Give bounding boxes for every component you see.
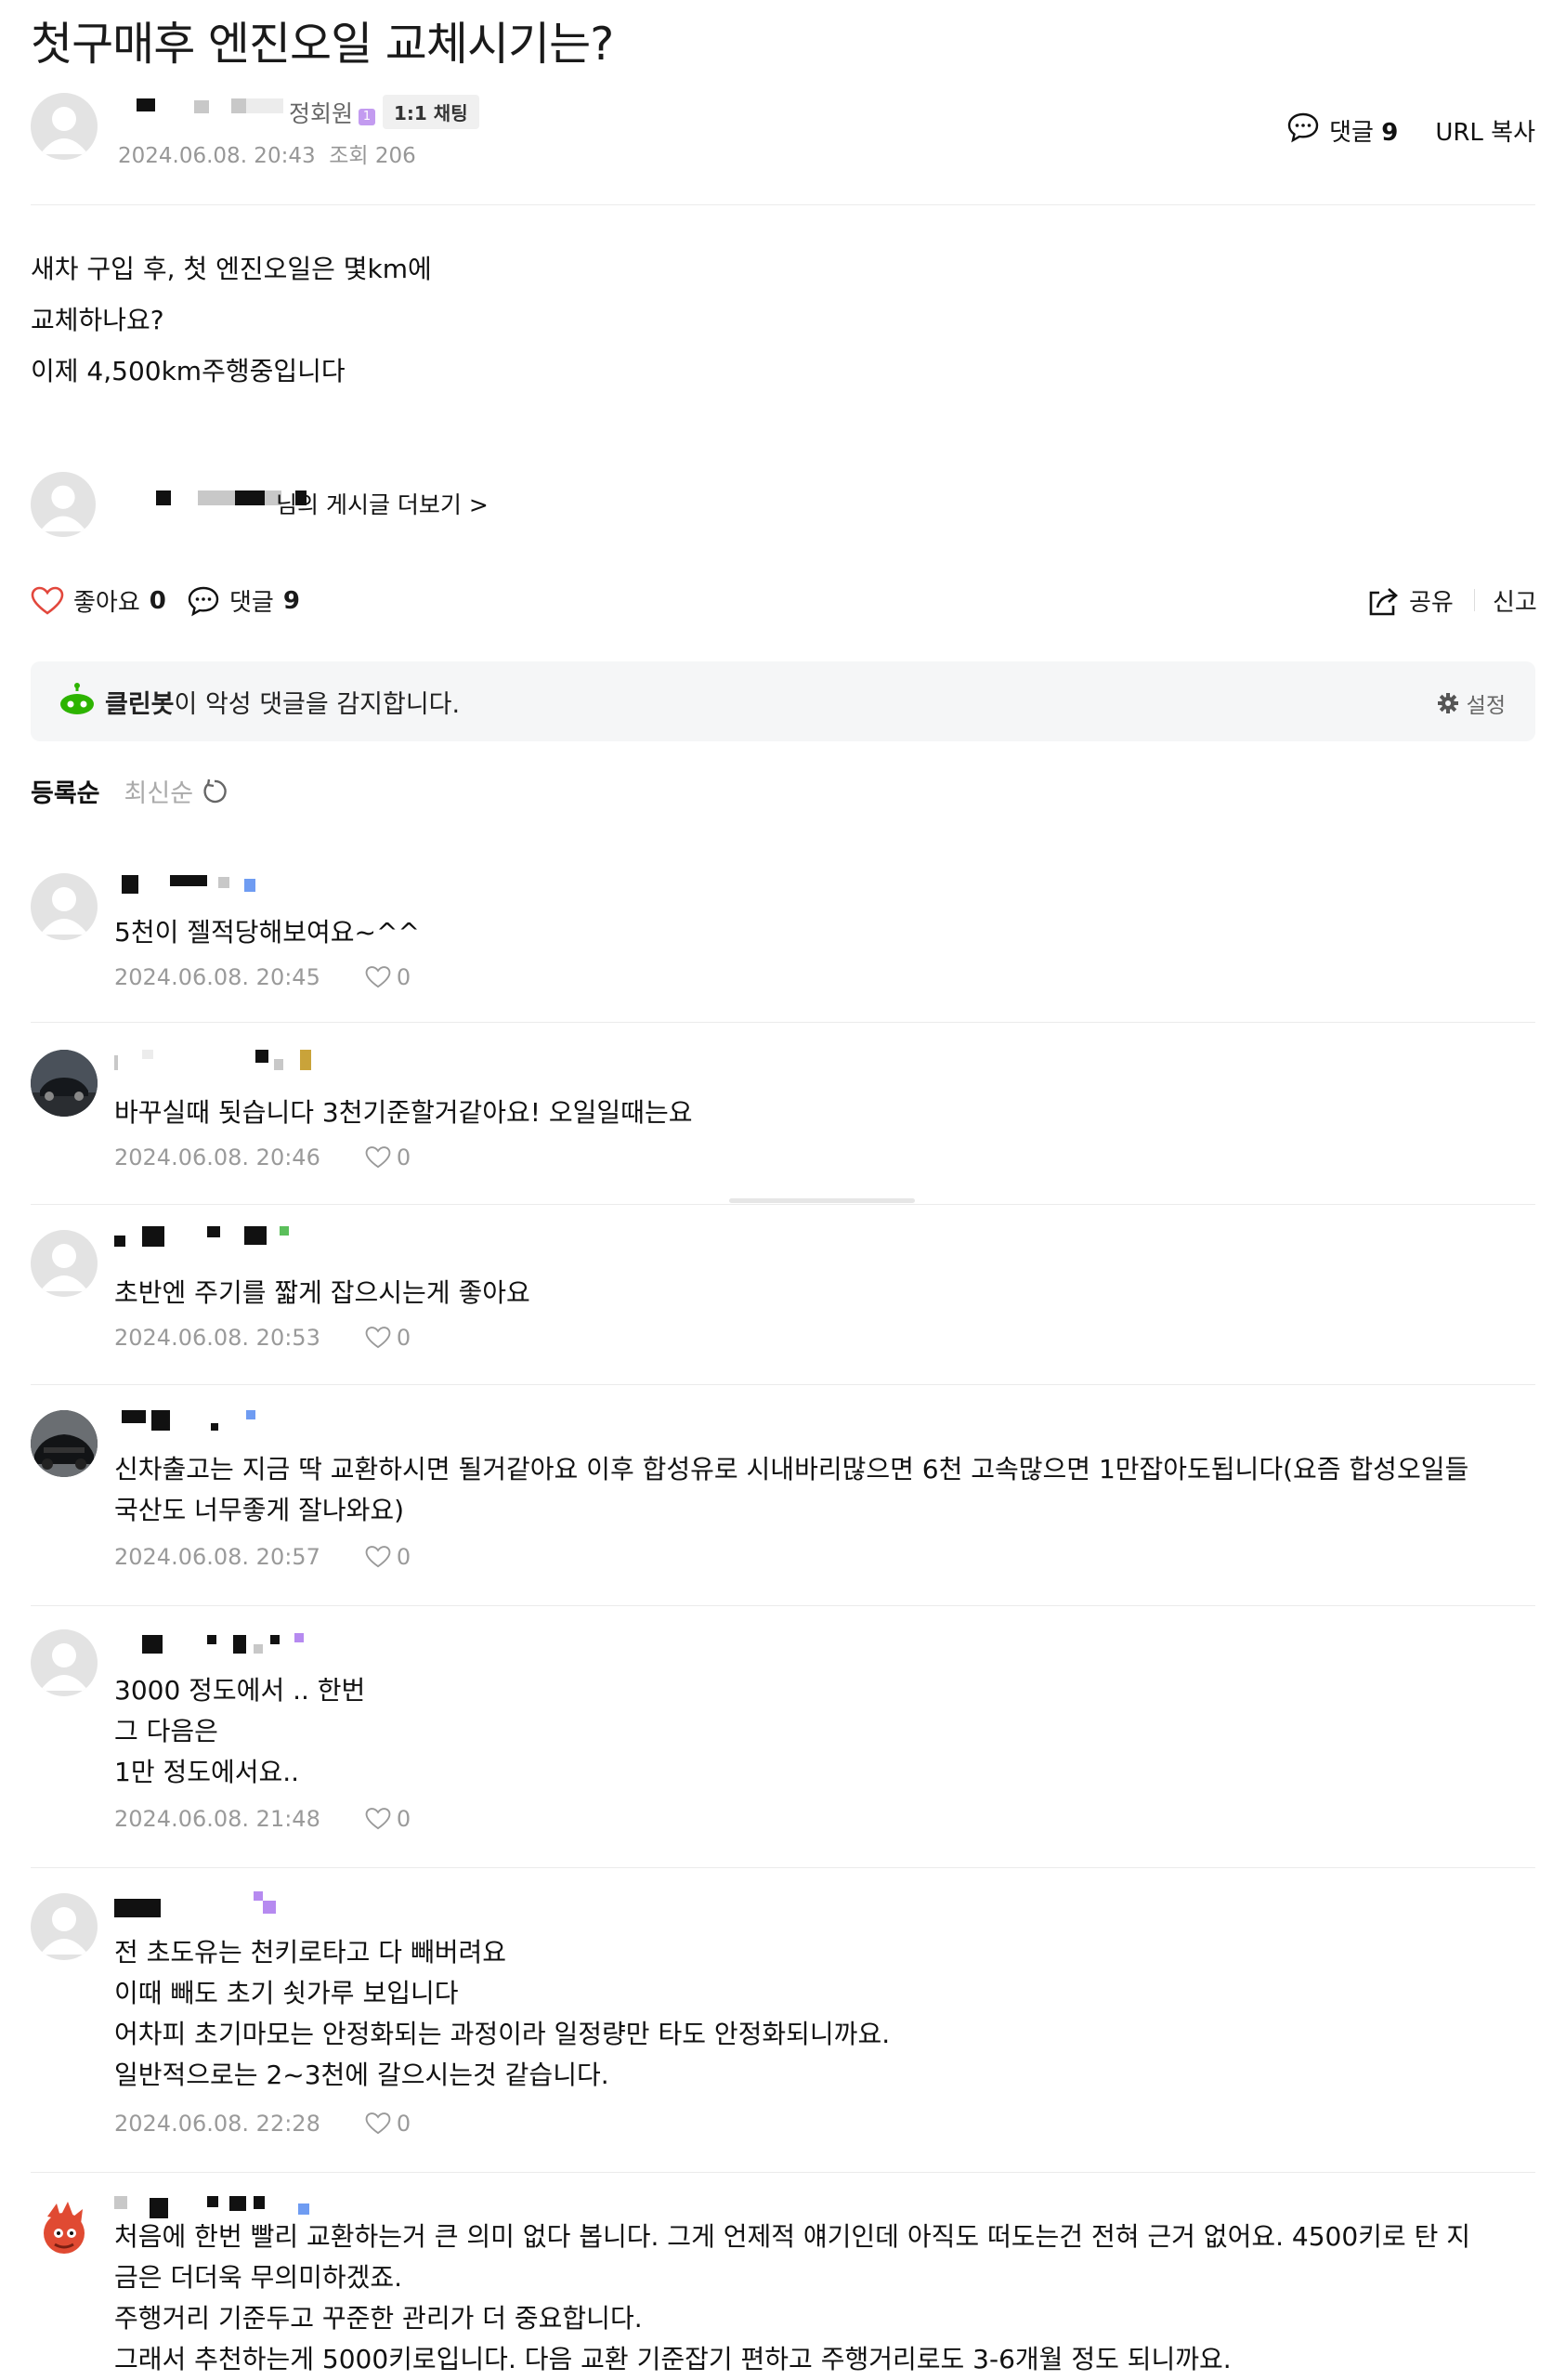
heart-icon	[365, 2112, 391, 2135]
comment-link[interactable]: 댓글 9	[1329, 113, 1398, 148]
commenter-avatar[interactable]	[31, 1629, 98, 1696]
comment-date: 2024.06.08. 20:57	[114, 1544, 320, 1570]
default-profile-icon	[40, 1643, 88, 1691]
post-views: 조회 206	[329, 144, 416, 168]
commenter-avatar[interactable]	[31, 1893, 98, 1960]
commenter-avatar[interactable]	[31, 1050, 98, 1117]
commenter-nickname-redacted[interactable]	[114, 1631, 319, 1654]
comment-meta: 2024.06.08. 20:57 0	[114, 1544, 411, 1570]
cleanbot-settings-button[interactable]: 설정	[1437, 687, 1506, 719]
default-profile-icon	[40, 1907, 88, 1955]
comment-like-button[interactable]: 0	[365, 1325, 411, 1351]
heart-icon	[365, 1327, 391, 1349]
heart-icon	[365, 1808, 391, 1830]
commenter-nickname-redacted[interactable]	[114, 1226, 300, 1247]
comment-date: 2024.06.08. 20:53	[114, 1325, 320, 1351]
comment-like-button[interactable]: 0	[365, 1544, 411, 1570]
heart-icon	[365, 966, 391, 988]
comment-date: 2024.06.08. 21:48	[114, 1806, 320, 1832]
divider	[31, 204, 1535, 205]
post-title: 첫구매후 엔진오일 교체시기는?	[31, 18, 614, 71]
grade-badge: 1	[359, 109, 376, 125]
sort-registration-tab[interactable]: 등록순	[31, 773, 100, 809]
chat-button[interactable]: 1:1 채팅	[383, 95, 479, 129]
divider	[31, 1384, 1535, 1385]
author-avatar-small[interactable]	[31, 472, 96, 537]
comment-date: 2024.06.08. 20:45	[114, 964, 320, 990]
comment-meta: 2024.06.08. 20:46 0	[114, 1144, 411, 1170]
divider	[31, 1022, 1535, 1023]
comment-meta: 2024.06.08. 20:45 0	[114, 964, 411, 990]
post-body-line: 교체하나요?	[31, 305, 164, 335]
heart-icon	[365, 1146, 391, 1169]
divider	[1474, 589, 1475, 611]
cleanbot-message: 클린봇이 악성 댓글을 감지합니다.	[105, 690, 461, 719]
like-button[interactable]: 좋아요 0	[31, 583, 166, 618]
commenter-nickname-redacted[interactable]	[114, 2196, 319, 2218]
post-meta: 2024.06.08. 20:43 조회 206	[118, 137, 416, 169]
comment-meta: 2024.06.08. 21:48 0	[114, 1806, 411, 1832]
more-posts-link[interactable]: 님의 게시글 더보기 >	[276, 487, 489, 520]
commenter-nickname-redacted[interactable]	[114, 875, 300, 894]
share-icon	[1369, 587, 1398, 615]
gear-icon	[1437, 693, 1458, 713]
post-body-line: 새차 구입 후, 첫 엔진오일은 몇km에	[31, 254, 432, 284]
default-profile-icon	[40, 107, 88, 154]
comment-sort: 등록순 최신순	[31, 773, 228, 809]
commenter-nickname-redacted[interactable]	[114, 1410, 300, 1431]
divider	[31, 1867, 1535, 1868]
cleanbot-banner: 클린봇이 악성 댓글을 감지합니다. 설정	[31, 661, 1535, 741]
post-date: 2024.06.08. 20:43	[118, 144, 316, 168]
url-copy-button[interactable]: URL 복사	[1435, 113, 1535, 148]
share-button[interactable]: 공유	[1366, 583, 1454, 618]
author-nickname-redacted[interactable]	[129, 98, 315, 115]
cleanbot-icon	[60, 683, 94, 714]
commenter-avatar[interactable]	[31, 1410, 98, 1477]
comment-date: 2024.06.08. 20:46	[114, 1144, 320, 1170]
comment-bubble-icon	[188, 586, 219, 616]
divider	[31, 2172, 1535, 2173]
comment-text: 초반엔 주기를 짧게 잡으시는게 좋아요	[114, 1277, 530, 1308]
commenter-nickname-redacted[interactable]	[114, 1050, 328, 1070]
divider	[31, 1605, 1535, 1606]
post-body: 새차 구입 후, 첫 엔진오일은 몇km에 교체하나요? 이제 4,500km주…	[31, 243, 432, 397]
default-profile-icon	[40, 887, 88, 935]
sort-latest-tab[interactable]: 최신순	[124, 773, 229, 809]
commenter-avatar[interactable]	[31, 873, 98, 940]
commenter-avatar[interactable]	[31, 1230, 98, 1297]
comment-like-button[interactable]: 0	[365, 2111, 411, 2137]
heart-icon	[365, 1546, 391, 1568]
heart-icon	[31, 586, 64, 615]
car-photo-icon	[31, 1410, 98, 1477]
author-avatar[interactable]	[31, 93, 98, 160]
report-button[interactable]: 신고	[1493, 583, 1537, 618]
comment-text: 신차출고는 지금 딱 교환하시면 될거같아요 이후 합성유로 시내바리많으면 6…	[114, 1454, 1469, 1525]
refresh-icon[interactable]	[201, 778, 228, 805]
character-avatar-icon	[44, 2202, 85, 2254]
default-profile-icon	[40, 1244, 88, 1291]
comment-meta: 2024.06.08. 20:53 0	[114, 1325, 411, 1351]
comment-like-button[interactable]: 0	[365, 1806, 411, 1832]
comment-text: 전 초도유는 천키로타고 다 빼버려요 이때 빼도 초기 쇳가루 보입니다 어차…	[114, 1937, 891, 2090]
comment-like-button[interactable]: 0	[365, 964, 411, 990]
post-header-actions: 댓글 9 URL 복사	[1286, 111, 1535, 150]
comment-text: 3000 정도에서 .. 한번 그 다음은 1만 정도에서요..	[114, 1675, 366, 1787]
comment-like-button[interactable]: 0	[365, 1144, 411, 1170]
comment-date: 2024.06.08. 22:28	[114, 2111, 320, 2137]
comment-button[interactable]: 댓글 9	[187, 583, 300, 618]
commenter-avatar[interactable]	[31, 2196, 98, 2263]
comment-text: 5천이 젤적당해보여요~^^	[114, 917, 420, 948]
default-profile-icon	[39, 485, 87, 532]
comment-text: 바꾸실때 됫습니다 3천기준할거같아요! 오일일때는요	[114, 1097, 693, 1128]
car-photo-icon	[31, 1050, 98, 1117]
author-grade: 정회원 1 1:1 채팅	[289, 95, 479, 129]
post-actions: 좋아요 0 댓글 9 공유 신고	[31, 583, 1537, 621]
scroll-indicator[interactable]	[729, 1198, 915, 1203]
comment-meta: 2024.06.08. 22:28 0	[114, 2111, 411, 2137]
comment-text: 처음에 한번 빨리 교환하는거 큰 의미 없다 봅니다. 그게 언제적 얘기인데…	[114, 2221, 1470, 2374]
commenter-nickname-redacted[interactable]	[114, 1891, 300, 1917]
comment-bubble-icon[interactable]	[1286, 111, 1320, 150]
post-body-line: 이제 4,500km주행중입니다	[31, 356, 346, 386]
divider	[31, 1204, 1535, 1205]
